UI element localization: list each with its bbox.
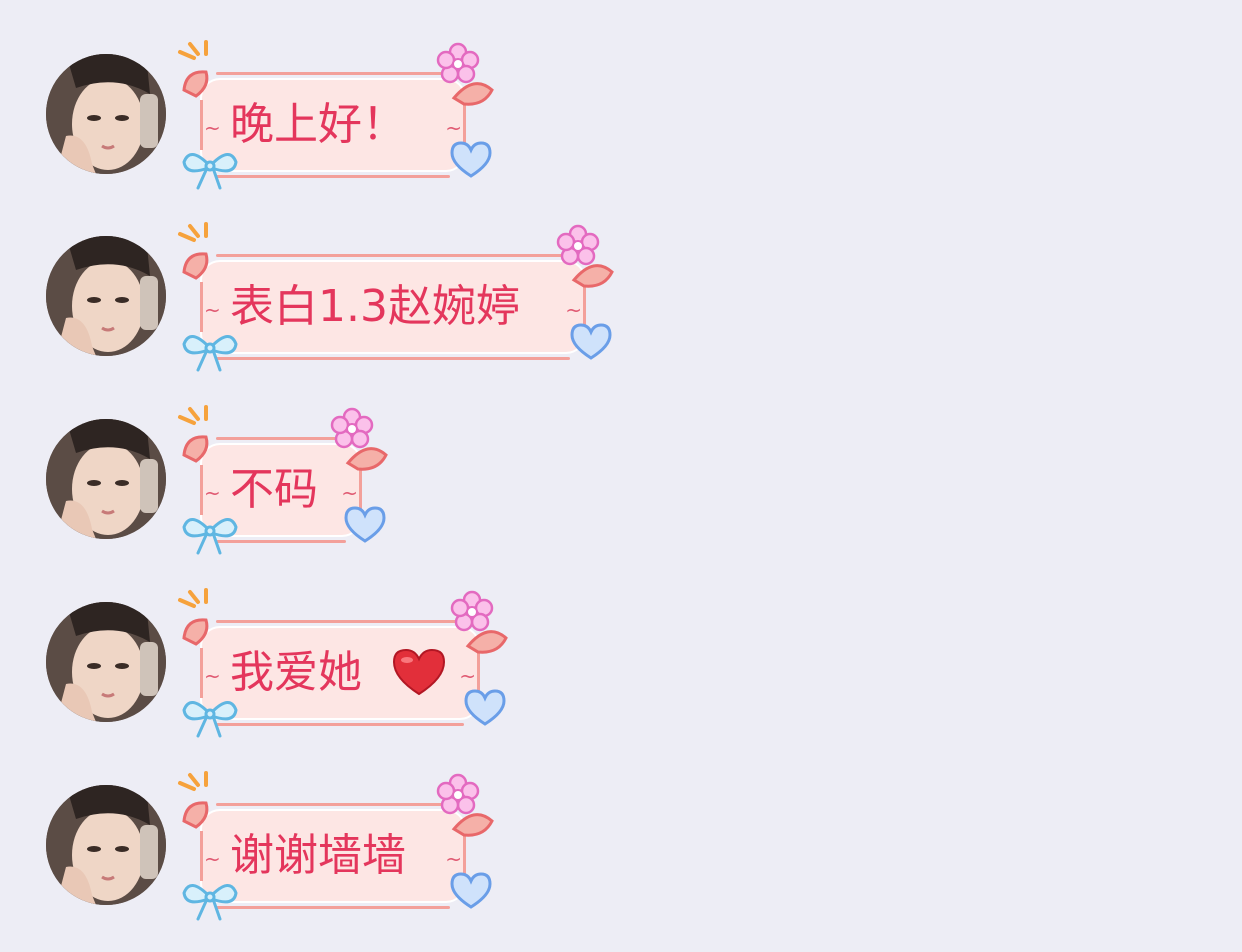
flower-icon [436,773,494,837]
bow-icon [182,701,238,738]
avatar[interactable] [46,602,166,722]
avatar[interactable] [46,54,166,174]
heart-icon [570,323,612,360]
chat-thread: ~ ~ 晚上好！ ~ ~ 表白1.3赵婉婷 ~ ~ 不码 ~ ~ 我爱她 ~ ~… [0,0,1242,952]
heart-icon [450,141,492,178]
message-bubble[interactable]: ~ ~ 我爱她 [176,588,510,738]
avatar[interactable] [46,785,166,905]
heart-icon [450,872,492,909]
flower-icon [330,407,388,471]
red-heart-icon [392,648,446,696]
sparkle-icon [178,588,209,646]
bow-icon [182,884,238,921]
heart-icon [344,506,386,543]
message-row: ~ ~ 我爱她 [0,588,1242,738]
sparkle-icon [178,40,209,98]
avatar-photo-icon [46,236,166,356]
sparkle-icon [178,222,209,280]
bow-icon [182,153,238,190]
message-bubble[interactable]: ~ ~ 晚上好！ [176,40,496,190]
message-row: ~ ~ 不码 [0,405,1242,555]
sparkle-icon [178,405,209,463]
bow-icon [182,518,238,555]
message-text: 晚上好！ [230,99,406,150]
avatar[interactable] [46,236,166,356]
message-row: ~ ~ 表白1.3赵婉婷 [0,222,1242,372]
bow-icon [182,335,238,372]
message-text: 谢谢墙墙 [230,830,406,881]
avatar-photo-icon [46,419,166,539]
avatar-photo-icon [46,54,166,174]
message-row: ~ ~ 谢谢墙墙 [0,771,1242,921]
avatar[interactable] [46,419,166,539]
flower-icon [450,590,508,654]
sparkle-icon [178,771,209,829]
avatar-photo-icon [46,602,166,722]
flower-icon [556,224,614,288]
message-text: 不码 [230,464,318,515]
message-text: 表白1.3赵婉婷 [230,281,520,332]
avatar-photo-icon [46,785,166,905]
message-bubble[interactable]: ~ ~ 表白1.3赵婉婷 [176,222,616,372]
heart-icon [464,689,506,726]
message-bubble[interactable]: ~ ~ 不码 [176,405,390,555]
message-text: 我爱她 [230,647,362,698]
message-bubble[interactable]: ~ ~ 谢谢墙墙 [176,771,496,921]
message-row: ~ ~ 晚上好！ [0,40,1242,190]
flower-icon [436,42,494,106]
